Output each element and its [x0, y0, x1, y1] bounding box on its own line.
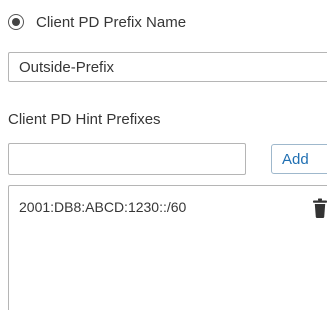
client-pd-prefix-name-radio-option[interactable]: Client PD Prefix Name [8, 11, 186, 33]
add-button[interactable]: Add [271, 144, 327, 174]
hint-prefix-input[interactable] [8, 143, 246, 175]
hint-prefixes-label: Client PD Hint Prefixes [8, 111, 161, 128]
list-item: 2001:DB8:ABCD:1230::/60 [9, 186, 327, 226]
radio-label: Client PD Prefix Name [36, 13, 187, 31]
hint-prefixes-list: 2001:DB8:ABCD:1230::/60 [8, 185, 327, 310]
radio-dot [12, 18, 20, 26]
list-item-text: 2001:DB8:ABCD:1230::/60 [19, 199, 187, 215]
trash-icon[interactable] [312, 198, 327, 218]
radio-button-selected[interactable] [8, 14, 24, 30]
prefix-name-input[interactable] [8, 52, 327, 82]
